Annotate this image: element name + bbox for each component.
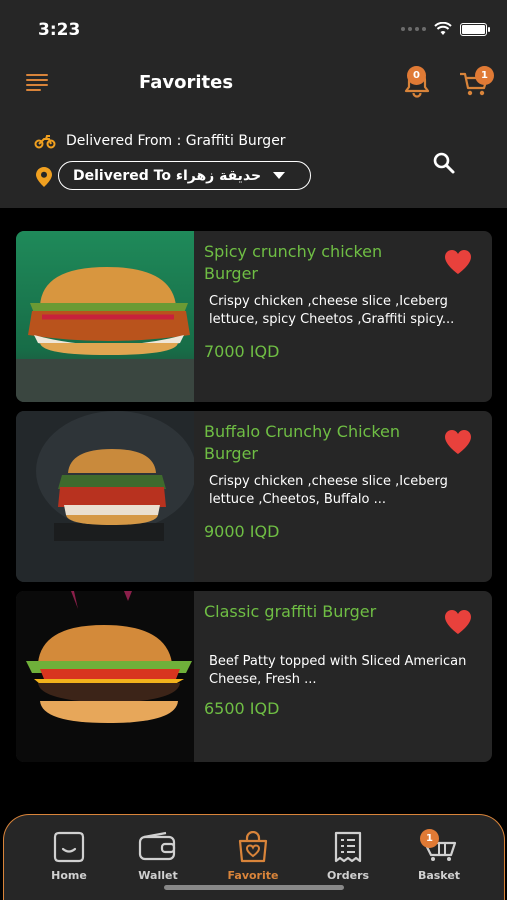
nav-favorite[interactable]: Favorite bbox=[218, 831, 288, 882]
product-title: Classic graffiti Burger bbox=[204, 602, 377, 621]
battery-icon bbox=[460, 22, 490, 36]
product-price: 9000 IQD bbox=[204, 522, 280, 541]
chevron-down-icon bbox=[273, 172, 286, 179]
product-image bbox=[16, 231, 194, 402]
product-image bbox=[16, 591, 194, 762]
location-pin-icon bbox=[36, 167, 52, 187]
nav-home-label: Home bbox=[51, 869, 87, 882]
wifi-icon bbox=[434, 22, 452, 35]
nav-orders[interactable]: Orders bbox=[313, 831, 383, 882]
product-description: Beef Patty topped with Sliced American C… bbox=[209, 654, 467, 687]
nav-favorite-label: Favorite bbox=[227, 869, 279, 882]
motorbike-icon bbox=[34, 135, 56, 149]
wallet-icon bbox=[138, 831, 176, 861]
search-icon[interactable] bbox=[432, 151, 456, 175]
heart-icon[interactable] bbox=[444, 249, 472, 275]
product-image bbox=[16, 411, 194, 582]
shopping-bag-heart-icon bbox=[238, 831, 268, 863]
favorite-card[interactable]: Buffalo Crunchy Chicken Burger Crispy ch… bbox=[16, 411, 492, 582]
product-price: 6500 IQD bbox=[204, 699, 280, 718]
home-indicator bbox=[164, 885, 344, 890]
page-title: Favorites bbox=[138, 72, 234, 93]
nav-orders-label: Orders bbox=[326, 869, 370, 882]
heart-icon[interactable] bbox=[444, 429, 472, 455]
product-title: Spicy crunchy chicken Burger bbox=[204, 242, 383, 283]
heart-icon[interactable] bbox=[444, 609, 472, 635]
product-description: Crispy chicken ,cheese slice ,Iceberg le… bbox=[209, 474, 448, 507]
receipt-icon bbox=[334, 831, 362, 863]
nav-wallet[interactable]: Wallet bbox=[123, 831, 193, 882]
nav-basket[interactable]: Basket 1 bbox=[404, 829, 474, 882]
signal-icon bbox=[401, 27, 426, 31]
product-description: Crispy chicken ,cheese slice ,Iceberg le… bbox=[209, 294, 455, 327]
nav-home[interactable]: Home bbox=[34, 831, 104, 882]
delivered-from-label: Delivered From : Graffiti Burger bbox=[66, 133, 286, 149]
nav-wallet-label: Wallet bbox=[138, 869, 178, 882]
nav-basket-label: Basket bbox=[417, 869, 461, 882]
basket-badge: 1 bbox=[420, 829, 439, 848]
status-time: 3:23 bbox=[38, 20, 81, 40]
notifications-button[interactable]: 0 bbox=[402, 66, 432, 98]
notification-badge: 0 bbox=[407, 66, 426, 85]
delivered-from: Delivered From : Graffiti Burger bbox=[34, 133, 286, 149]
status-icons bbox=[401, 22, 490, 36]
home-icon bbox=[53, 831, 85, 863]
address-label: Delivered To حديقة زهراء bbox=[73, 167, 262, 184]
favorite-card[interactable]: Spicy crunchy chicken Burger Crispy chic… bbox=[16, 231, 492, 402]
cart-button[interactable]: 1 bbox=[458, 66, 494, 98]
product-price: 7000 IQD bbox=[204, 342, 280, 361]
favorite-card[interactable]: Classic graffiti Burger Beef Patty toppe… bbox=[16, 591, 492, 762]
address-dropdown[interactable]: Delivered To حديقة زهراء bbox=[58, 161, 311, 190]
cart-badge: 1 bbox=[475, 66, 494, 85]
product-title: Buffalo Crunchy Chicken Burger bbox=[204, 422, 401, 463]
